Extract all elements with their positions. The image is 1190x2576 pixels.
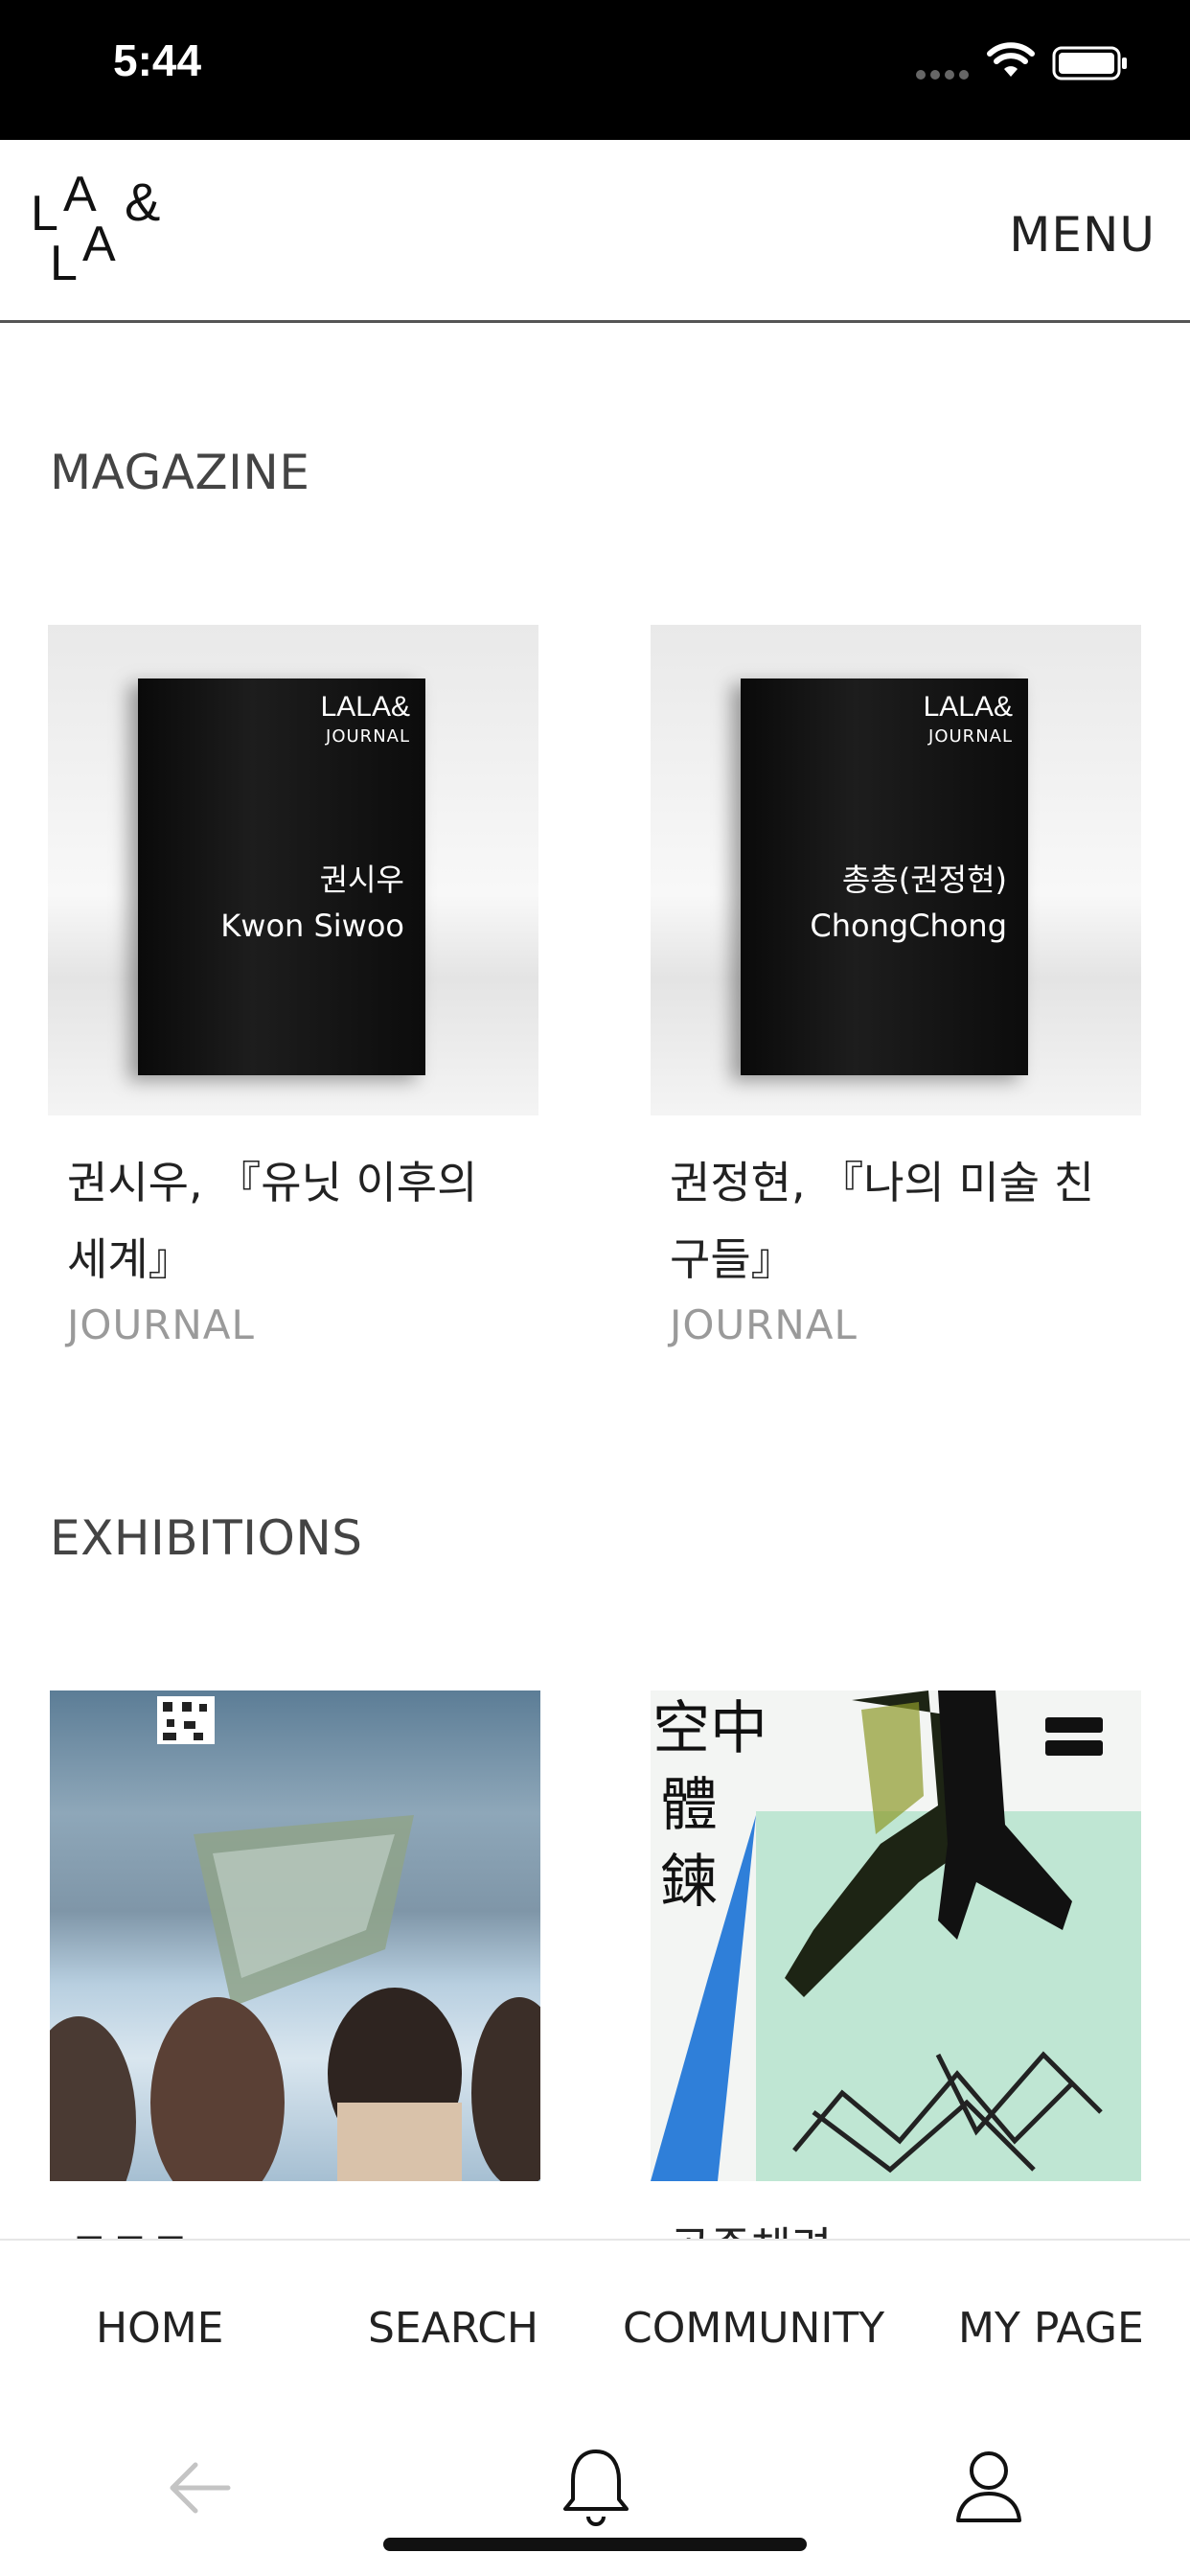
journal-book: LALA& JOURNAL 권시우 Kwon Siwoo	[138, 678, 425, 1075]
cover-name-en: ChongChong	[810, 908, 1007, 944]
exhibition-poster-image[interactable]: 空中 體 鍊	[651, 1690, 1141, 2181]
cover-journal-label: JOURNAL	[326, 726, 410, 747]
battery-icon	[1052, 46, 1127, 80]
status-time: 5:44	[113, 35, 202, 85]
back-arrow-icon[interactable]	[161, 2450, 238, 2526]
tab-home[interactable]: HOME	[96, 2304, 223, 2353]
home-indicator	[383, 2538, 807, 2551]
exhibition-card[interactable]: 空中 體 鍊 공중체련	[651, 1690, 1141, 2287]
user-icon[interactable]	[950, 2444, 1027, 2526]
cover-brand: LALA&	[923, 691, 1013, 723]
cellular-signal-icon	[916, 65, 973, 80]
card-category: JOURNAL	[670, 1301, 858, 1348]
cover-name-en: Kwon Siwoo	[220, 908, 404, 944]
exhibition-card[interactable]: ㄷㄷㄷ	[50, 1690, 540, 2287]
tab-search[interactable]: SEARCH	[368, 2304, 538, 2353]
svg-text:體: 體	[660, 1772, 718, 1839]
tab-my-page[interactable]: MY PAGE	[958, 2304, 1144, 2353]
bottom-tab-nav: HOME SEARCH COMMUNITY MY PAGE	[0, 2239, 1190, 2415]
wifi-icon	[987, 42, 1035, 77]
poster-artwork: 空中 體 鍊	[651, 1690, 1141, 2181]
card-title[interactable]: 권시우, 『유닛 이후의 세계』	[67, 1144, 519, 1298]
status-bar: 5:44	[0, 0, 1190, 140]
svg-text:A: A	[82, 217, 116, 272]
bell-icon[interactable]	[558, 2444, 634, 2530]
bottom-toolbar	[0, 2411, 1190, 2576]
cover-brand: LALA&	[320, 691, 410, 723]
poster-artwork	[50, 1696, 540, 2181]
magazine-card[interactable]: LALA& JOURNAL 총총(권정현) ChongChong 권정현, 『나…	[651, 625, 1141, 1348]
exhibition-poster-image[interactable]	[50, 1690, 540, 2181]
journal-cover-image[interactable]: LALA& JOURNAL 권시우 Kwon Siwoo	[48, 625, 538, 1116]
svg-text:鍊: 鍊	[660, 1849, 718, 1916]
svg-text:L: L	[31, 186, 58, 242]
svg-text:L: L	[50, 236, 78, 288]
menu-button[interactable]: MENU	[1009, 207, 1156, 263]
cover-name-ko: 권시우	[319, 862, 404, 898]
cover-name-ko: 총총(권정현)	[841, 862, 1007, 898]
lala-logo[interactable]: L A L A &	[29, 172, 182, 288]
magazine-card[interactable]: LALA& JOURNAL 권시우 Kwon Siwoo 권시우, 『유닛 이후…	[48, 625, 538, 1348]
svg-text:&: &	[125, 172, 160, 232]
tab-community[interactable]: COMMUNITY	[623, 2304, 884, 2353]
exhibitions-section-title: EXHIBITIONS	[50, 1510, 363, 1566]
cover-journal-label: JOURNAL	[928, 726, 1013, 747]
app-header: L A L A & MENU	[0, 140, 1190, 323]
magazine-section-title: MAGAZINE	[50, 445, 310, 500]
svg-text:A: A	[63, 172, 97, 222]
card-category: JOURNAL	[67, 1301, 255, 1348]
svg-text:空中: 空中	[652, 1695, 767, 1762]
card-title[interactable]: 권정현, 『나의 미술 친구들』	[670, 1144, 1122, 1298]
journal-book: LALA& JOURNAL 총총(권정현) ChongChong	[741, 678, 1028, 1075]
journal-cover-image[interactable]: LALA& JOURNAL 총총(권정현) ChongChong	[651, 625, 1141, 1116]
